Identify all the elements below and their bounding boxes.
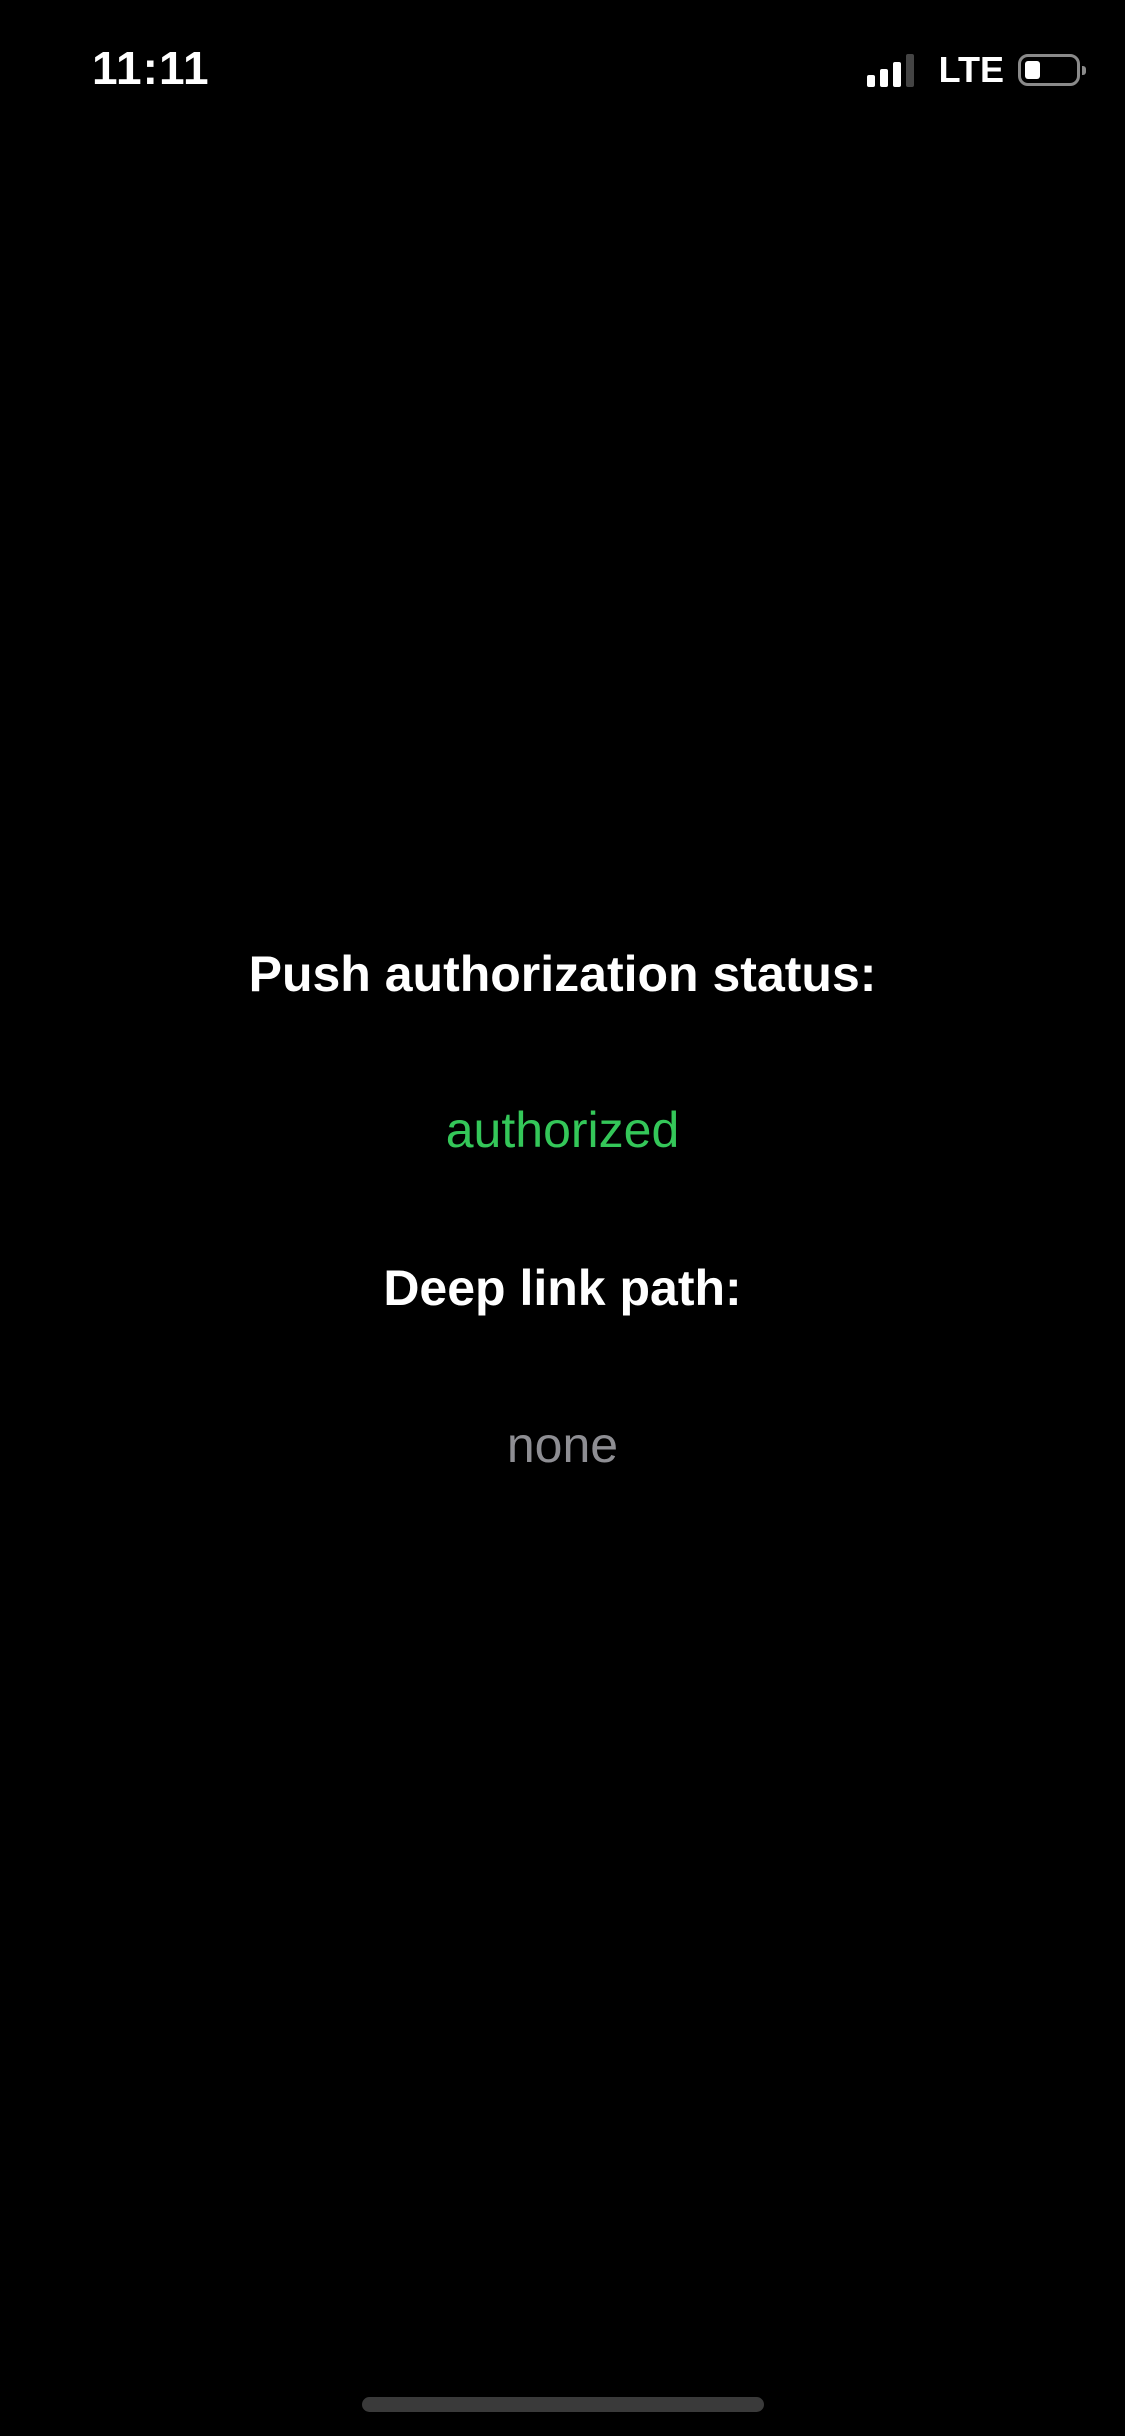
- deep-link-value: none: [506, 1417, 619, 1473]
- push-status-heading-container: Push authorization status:: [0, 944, 1125, 1004]
- status-time: 11:11: [92, 42, 210, 94]
- push-status-heading: Push authorization status:: [248, 946, 877, 1002]
- battery-level: [1025, 61, 1040, 79]
- status-indicators: LTE: [866, 48, 1086, 92]
- deep-link-value-container: none: [0, 1415, 1125, 1475]
- network-type: LTE: [938, 49, 1004, 90]
- push-status-value-container: authorized: [0, 1100, 1125, 1160]
- deep-link-heading: Deep link path:: [383, 1260, 742, 1316]
- signal-icon: [866, 53, 919, 87]
- push-status-value: authorized: [445, 1102, 680, 1158]
- home-indicator[interactable]: [362, 2397, 764, 2412]
- status-bar: 11:11 LTE: [0, 0, 1125, 140]
- battery-icon: [1018, 54, 1086, 86]
- deep-link-heading-container: Deep link path:: [0, 1258, 1125, 1318]
